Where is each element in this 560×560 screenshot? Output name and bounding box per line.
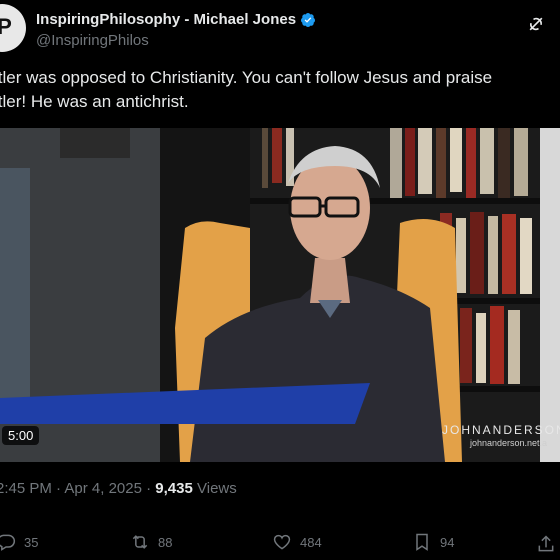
avatar[interactable]: IP <box>0 4 26 52</box>
grok-icon[interactable] <box>526 14 546 34</box>
tweet-text-line: itler was opposed to Christianity. You c… <box>0 68 493 87</box>
reply-icon <box>0 534 16 551</box>
views-count: 9,435 <box>155 480 193 497</box>
author-name-row[interactable]: InspiringPhilosophy - Michael Jones <box>36 11 316 28</box>
meta-separator: · <box>56 480 62 497</box>
verified-badge-icon <box>301 12 316 27</box>
like-button[interactable]: 484 <box>272 532 322 552</box>
repost-button[interactable]: 88 <box>130 532 172 552</box>
tweet-text-line: itler! He was an antichrist. <box>0 92 189 111</box>
views-label: Views <box>197 480 237 497</box>
avatar-initials: IP <box>0 14 12 39</box>
display-name[interactable]: InspiringPhilosophy - Michael Jones <box>36 11 296 28</box>
video-player[interactable]: JOHNANDERSON johnanderson.net.a <box>0 128 560 462</box>
action-bar: 35 88 484 94 <box>0 530 560 558</box>
reply-button[interactable]: 35 <box>0 532 38 552</box>
tweet-time[interactable]: 2:45 PM <box>0 480 52 497</box>
bookmark-icon <box>416 533 428 551</box>
watermark-brand: JOHNANDERSON <box>442 423 560 437</box>
tweet-meta: 2:45 PM · Apr 4, 2025 · 9,435 Views <box>0 480 237 497</box>
watermark-url: johnanderson.net.a <box>469 438 547 448</box>
author-handle[interactable]: @InspiringPhilos <box>36 32 149 49</box>
bookmark-count: 94 <box>440 534 455 550</box>
repost-count: 88 <box>158 534 173 550</box>
like-count: 484 <box>300 534 322 550</box>
share-icon[interactable] <box>536 534 556 554</box>
meta-separator: · <box>146 480 152 497</box>
heart-icon <box>273 534 291 550</box>
bookmark-button[interactable]: 94 <box>412 532 454 552</box>
video-frame: JOHNANDERSON johnanderson.net.a <box>0 128 560 462</box>
tweet-text: itler was opposed to Christianity. You c… <box>0 66 560 114</box>
video-duration: 5:00 <box>2 426 40 445</box>
tweet-date[interactable]: Apr 4, 2025 <box>64 480 142 497</box>
repost-icon <box>132 535 148 549</box>
reply-count: 35 <box>24 534 39 550</box>
